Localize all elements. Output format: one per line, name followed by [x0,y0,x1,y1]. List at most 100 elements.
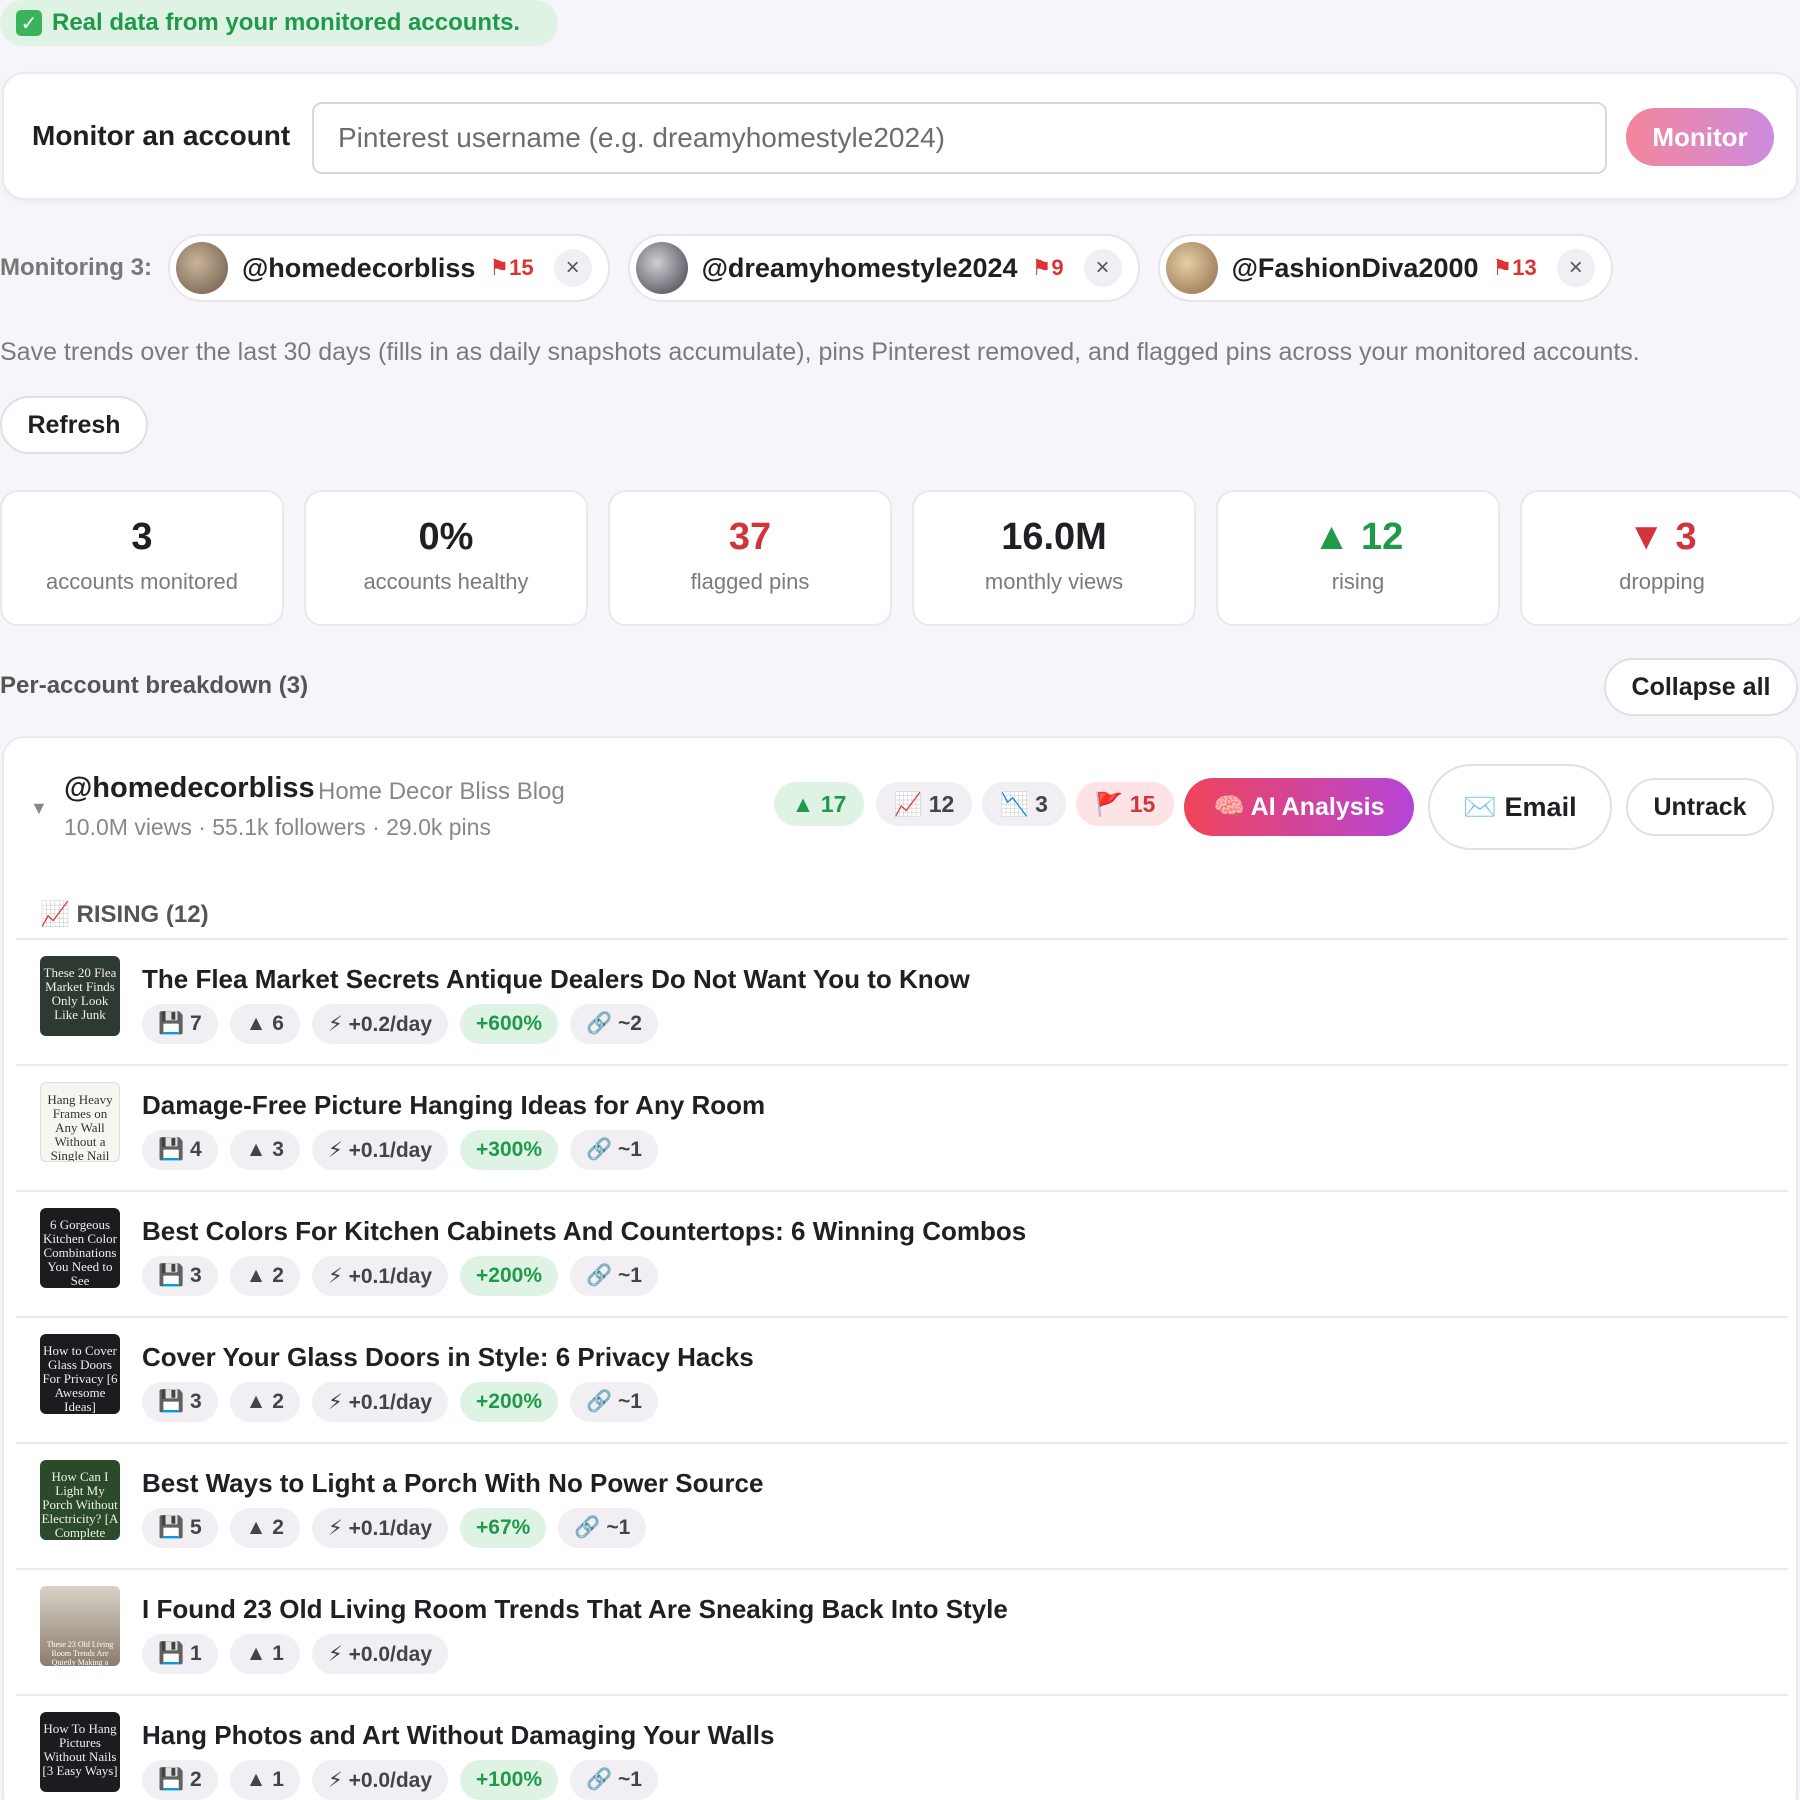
stat-value: 16.0M [1001,516,1107,558]
change-badge: ▲ 1 [229,1760,300,1800]
rising-pill: 📈 12 [876,782,972,826]
rate-badge: ⚡ +0.0/day [311,1760,449,1800]
change-badge: ▲ 2 [229,1508,300,1548]
stat-label: dropping [1619,569,1705,594]
rate-badge: ⚡ +0.1/day [311,1508,449,1548]
up-pill: ▲ 17 [774,782,864,826]
username-input[interactable] [312,102,1607,174]
pin-badges: 💾 5 ▲ 2 ⚡ +0.1/day +67% 🔗 ~1 [142,1508,658,1548]
avatar [175,242,228,294]
list-item[interactable]: How To Hang Pictures Without Nails [3 Ea… [16,1694,1788,1800]
stat-flagged-pins: 37 flagged pins [608,490,892,626]
pin-title: The Flea Market Secrets Antique Dealers … [142,964,970,994]
stat-accounts-healthy: 0% accounts healthy [304,490,588,626]
pin-thumbnail: How to Cover Glass Doors For Privacy [6 … [40,1334,120,1414]
remove-icon[interactable]: × [1556,249,1595,287]
pin-badges: 💾 3 ▲ 2 ⚡ +0.1/day +200% 🔗 ~1 [142,1382,670,1422]
rate-badge: ⚡ +0.1/day [311,1382,449,1422]
pin-list: These 20 Flea Market Finds Only Look Lik… [16,938,1788,1800]
pin-title: Hang Photos and Art Without Damaging You… [142,1720,775,1750]
pin-thumbnail: Hang Heavy Frames on Any Wall Without a … [40,1082,120,1162]
stat-value: 3 [131,516,153,558]
list-item[interactable]: These 23 Old Living Room Trends Are Quie… [16,1568,1788,1694]
flag-icon: ⚑ [489,255,510,280]
percent-badge: +300% [460,1130,559,1170]
pin-title: I Found 23 Old Living Room Trends That A… [142,1594,1008,1624]
list-item[interactable]: How Can I Light My Porch Without Electri… [16,1442,1788,1568]
stat-value: 0% [418,516,474,558]
rising-section-header: 📈 RISING (12) [40,901,209,928]
pin-title: Cover Your Glass Doors in Style: 6 Priva… [142,1342,754,1372]
chip-name: @homedecorbliss [241,252,476,283]
flag-count: ⚑13 [1492,255,1537,280]
avatar [1165,242,1218,294]
monitoring-list: Monitoring 3: @homedecorbliss ⚑15 × @dre… [0,234,1631,302]
untrack-button[interactable]: Untrack [1626,778,1774,836]
monitor-label: Monitor an account [32,120,291,151]
ai-analysis-button[interactable]: 🧠 AI Analysis [1184,778,1414,836]
flag-count: ⚑9 [1031,255,1064,280]
change-badge: ▲ 2 [229,1382,300,1422]
rate-badge: ⚡ +0.1/day [311,1256,449,1296]
pin-thumbnail: These 23 Old Living Room Trends Are Quie… [40,1586,120,1666]
links-badge: 🔗 ~1 [570,1382,658,1422]
remove-icon[interactable]: × [553,249,592,287]
rate-badge: ⚡ +0.0/day [311,1634,449,1674]
flags-pill: 🚩 15 [1076,782,1174,826]
description-text: Save trends over the last 30 days (fills… [0,338,1640,366]
banner-text: Real data from your monitored accounts. [52,9,521,36]
percent-badge: +100% [460,1760,559,1800]
account-chip[interactable]: @FashionDiva2000 ⚑13 × [1157,234,1613,302]
list-item[interactable]: 6 Gorgeous Kitchen Color Combinations Yo… [16,1190,1788,1316]
links-badge: 🔗 ~1 [558,1508,647,1548]
stat-dropping: ▼ 3 dropping [1520,490,1800,626]
percent-badge: +200% [460,1256,559,1296]
collapse-all-button[interactable]: Collapse all [1604,658,1798,716]
email-button[interactable]: ✉️ Email [1428,764,1612,850]
change-badge: ▲ 1 [229,1634,300,1674]
pin-badges: 💾 7 ▲ 6 ⚡ +0.2/day +600% 🔗 ~2 [142,1004,670,1044]
change-badge: ▲ 2 [229,1256,300,1296]
remove-icon[interactable]: × [1083,249,1122,287]
pin-thumbnail: How To Hang Pictures Without Nails [3 Ea… [40,1712,120,1792]
avatar [635,242,688,294]
check-icon: ✓ [16,10,42,36]
saves-badge: 💾 5 [142,1508,218,1548]
account-chip[interactable]: @homedecorbliss ⚑15 × [167,234,610,302]
stat-label: accounts monitored [46,569,238,594]
list-item[interactable]: These 20 Flea Market Finds Only Look Lik… [16,938,1788,1064]
flag-icon: ⚑ [1492,255,1513,280]
monitor-button[interactable]: Monitor [1626,108,1774,166]
pin-thumbnail: How Can I Light My Porch Without Electri… [40,1460,120,1540]
saves-badge: 💾 4 [142,1130,218,1170]
flag-icon: ⚑ [1031,255,1052,280]
stat-accounts-monitored: 3 accounts monitored [0,490,284,626]
monitor-account-card: Monitor an account Monitor [2,72,1798,200]
status-banner: ✓ Real data from your monitored accounts… [0,0,558,46]
account-card: ▼ @homedecorbliss Home Decor Bliss Blog … [2,736,1798,1800]
stat-label: monthly views [984,569,1124,594]
account-name: @homedecorbliss [64,772,315,804]
links-badge: 🔗 ~1 [570,1760,658,1800]
links-badge: 🔗 ~1 [570,1256,658,1296]
stat-label: accounts healthy [363,569,529,594]
stat-monthly-views: 16.0M monthly views [912,490,1196,626]
change-badge: ▲ 3 [229,1130,300,1170]
percent-badge: +600% [460,1004,559,1044]
rate-badge: ⚡ +0.2/day [311,1004,449,1044]
list-item[interactable]: Hang Heavy Frames on Any Wall Without a … [16,1064,1788,1190]
stat-value: ▲ 12 [1312,516,1404,558]
account-header[interactable]: ▼ @homedecorbliss Home Decor Bliss Blog … [4,738,1796,858]
refresh-button[interactable]: Refresh [0,396,148,454]
list-item[interactable]: How to Cover Glass Doors For Privacy [6 … [16,1316,1788,1442]
pin-title: Best Ways to Light a Porch With No Power… [142,1468,764,1498]
pin-thumbnail: These 20 Flea Market Finds Only Look Lik… [40,956,120,1036]
chevron-down-icon[interactable]: ▼ [30,798,48,819]
account-chip[interactable]: @dreamyhomestyle2024 ⚑9 × [627,234,1140,302]
links-badge: 🔗 ~2 [570,1004,658,1044]
stat-value: ▼ 3 [1627,516,1697,558]
chip-name: @FashionDiva2000 [1231,252,1479,283]
change-badge: ▲ 6 [229,1004,300,1044]
stat-label: rising [1331,569,1385,594]
breakdown-title: Per-account breakdown (3) [0,672,309,699]
